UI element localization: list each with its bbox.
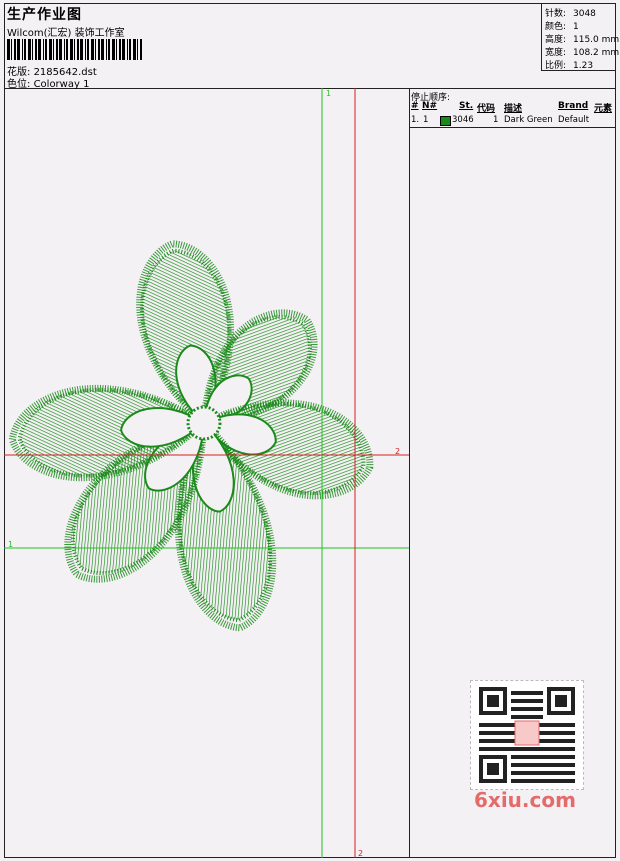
row-description: Dark Green bbox=[504, 115, 553, 125]
row-index: 1. bbox=[411, 115, 420, 125]
row-stitches: 3046 bbox=[452, 115, 474, 125]
watermark: 6xiu.com bbox=[474, 788, 576, 812]
row-needle: 1 bbox=[423, 115, 429, 125]
page-title: 生产作业图 bbox=[7, 7, 82, 23]
col-code: 代码 bbox=[477, 104, 496, 114]
col-element: 元素 bbox=[594, 104, 613, 114]
stat-width: 宽度: 108.2 mm bbox=[545, 48, 620, 58]
studio-name: Wilcom(汇宏) 装饰工作室 bbox=[7, 28, 125, 39]
guide-label-green-top: 1 bbox=[326, 89, 331, 98]
row-brand: Default bbox=[558, 115, 590, 125]
col-needle: N# bbox=[422, 101, 438, 111]
guide-label-green-left: 1 bbox=[8, 540, 13, 549]
col-stitches: St. bbox=[459, 101, 474, 111]
col-index: # bbox=[411, 101, 419, 111]
guide-label-red-bottom: 2 bbox=[358, 849, 363, 858]
stat-height: 高度: 115.0 mm bbox=[545, 35, 620, 45]
col-description: 描述 bbox=[504, 104, 523, 114]
row-code: 1 bbox=[493, 115, 499, 125]
stat-scale: 比例: 1.23 bbox=[545, 61, 594, 71]
panel-divider bbox=[409, 127, 616, 128]
stop-table-row: 1. 1 3046 1 Dark Green Default bbox=[409, 114, 616, 127]
flower-center bbox=[186, 405, 222, 441]
barcode bbox=[7, 39, 142, 60]
stat-stitches: 针数: 3048 bbox=[545, 9, 596, 19]
embroidery-preview: 1 1 2 2 bbox=[4, 88, 409, 858]
flower-motif bbox=[8, 240, 374, 632]
stats-box: 针数: 3048 颜色: 1 高度: 115.0 mm 宽度: 108.2 mm 比例:… bbox=[541, 3, 620, 71]
thread-color-swatch bbox=[440, 116, 451, 126]
qr-logo bbox=[514, 720, 540, 746]
guide-label-red-right: 2 bbox=[395, 447, 400, 456]
col-brand: Brand bbox=[558, 101, 589, 111]
header: 生产作业图 Wilcom(汇宏) 装饰工作室 花版: 2185642.dst 色… bbox=[4, 3, 620, 90]
design-canvas: 1 1 2 2 bbox=[4, 88, 410, 858]
stat-colors: 颜色: 1 bbox=[545, 22, 579, 32]
qr-code bbox=[470, 680, 584, 790]
stop-table-header: # N# St. 代码 描述 Brand 元素 bbox=[409, 100, 616, 114]
